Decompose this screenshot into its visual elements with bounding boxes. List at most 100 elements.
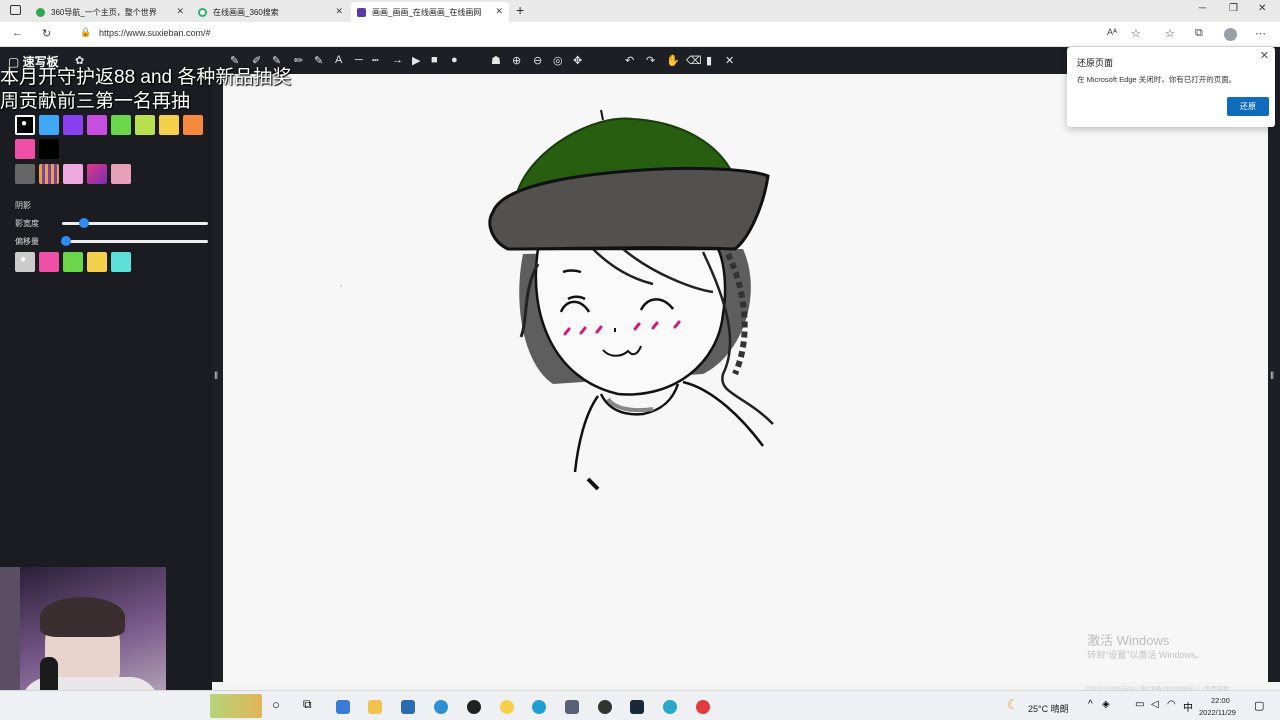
clock-date[interactable]: 2022/11/29 — [1199, 708, 1236, 717]
collapse-left-icon[interactable]: ‖ — [214, 371, 218, 382]
back-icon[interactable]: ← — [12, 27, 23, 39]
redo-icon[interactable]: ↷ — [646, 54, 655, 67]
collections-icon[interactable]: ⧉ — [1195, 27, 1203, 40]
shadow-color-swatch[interactable] — [87, 252, 107, 272]
color-swatch[interactable] — [183, 115, 203, 135]
close-tab-icon[interactable]: ✕ — [176, 6, 184, 17]
task-view-icon[interactable]: ⧉ — [303, 697, 312, 712]
pattern-swatch[interactable] — [111, 164, 131, 184]
mail-icon[interactable] — [401, 700, 415, 714]
close-icon[interactable]: ✕ — [1260, 49, 1269, 62]
netease-icon[interactable] — [696, 700, 710, 714]
restore-button[interactable]: 还原 — [1227, 97, 1269, 116]
arrow-icon[interactable]: → — [392, 54, 403, 66]
app-icon[interactable] — [565, 700, 579, 714]
read-aloud-icon[interactable]: Aᴬ — [1107, 27, 1117, 37]
pattern-swatch[interactable] — [39, 164, 59, 184]
close-tab-icon[interactable]: ✕ — [335, 6, 343, 17]
more-icon[interactable]: ⋯ — [1255, 27, 1266, 40]
tray-chevron-icon[interactable]: ^ — [1088, 699, 1093, 710]
text-icon[interactable]: A — [335, 54, 342, 66]
shadow-width-label: 影宽度 — [15, 219, 39, 228]
clear-icon[interactable]: ✕ — [725, 54, 734, 67]
pattern-swatch[interactable] — [63, 164, 83, 184]
tab-title: 360导航_一个主页，整个世界 — [51, 7, 157, 17]
qq-icon[interactable] — [467, 700, 481, 714]
target-icon[interactable]: ◎ — [553, 54, 563, 67]
pattern-swatch[interactable] — [87, 164, 107, 184]
shadow-color-swatch[interactable]: ● — [15, 252, 35, 272]
line-icon[interactable]: ─ — [355, 54, 363, 66]
volume-tray-icon[interactable]: ◁ — [1151, 699, 1159, 710]
favorite-add-icon[interactable]: ☆ — [1131, 27, 1141, 40]
offset-slider[interactable] — [62, 240, 208, 243]
folder-icon[interactable] — [15, 164, 35, 184]
shadow-label: 阴影 — [15, 201, 31, 210]
color-swatch[interactable] — [63, 115, 83, 135]
music-icon[interactable] — [663, 700, 677, 714]
close-tab-icon[interactable]: ✕ — [495, 6, 503, 17]
notification-icon[interactable]: ▢ — [1254, 699, 1264, 712]
obs-icon[interactable] — [598, 700, 612, 714]
circle-icon[interactable]: ● — [451, 54, 458, 66]
edge-icon[interactable] — [532, 700, 546, 714]
refresh-icon[interactable]: ↻ — [42, 27, 51, 40]
dashed-line-icon[interactable]: ┅ — [372, 54, 379, 67]
offset-label: 偏移量 — [15, 237, 39, 246]
triangle-icon[interactable]: ▶ — [412, 54, 420, 67]
steam-icon[interactable] — [630, 700, 644, 714]
drawing-canvas[interactable] — [223, 74, 1268, 682]
tab-360-nav[interactable]: 360导航_一个主页，整个世界 ✕ — [30, 2, 190, 22]
search-taskbar-thumbnail[interactable] — [210, 694, 262, 718]
color-swatch[interactable] — [135, 115, 155, 135]
color-swatch[interactable] — [15, 139, 35, 159]
ime-indicator[interactable]: 中 — [1183, 699, 1193, 714]
shadow-color-swatch[interactable] — [39, 252, 59, 272]
clock-time[interactable]: 22:00 — [1211, 696, 1230, 705]
activate-windows-subtitle: 转到"设置"以激活 Windows。 — [1087, 650, 1205, 660]
tab-suxieban[interactable]: 画画_画画_在线画画_在线画网 ✕ — [351, 2, 509, 22]
trash-icon[interactable]: ▮ — [706, 54, 712, 67]
store-icon[interactable] — [336, 700, 350, 714]
file-explorer-icon[interactable] — [368, 700, 382, 714]
network-tray-icon[interactable]: ▭ — [1135, 699, 1144, 710]
zoom-in-icon[interactable]: ⊕ — [512, 54, 521, 67]
color-swatch[interactable] — [39, 115, 59, 135]
tab-360-search[interactable]: 在线画画_360搜索 ✕ — [192, 2, 349, 22]
maximize-icon[interactable]: ❐ — [1229, 3, 1238, 14]
favorites-icon[interactable]: ☆ — [1165, 27, 1175, 40]
color-swatch[interactable] — [87, 115, 107, 135]
rectangle-icon[interactable]: ■ — [431, 54, 438, 66]
zoom-out-icon[interactable]: ⊖ — [533, 54, 542, 67]
weather-text[interactable]: 25°C 晴朗 — [1028, 702, 1069, 715]
shadow-color-swatch[interactable] — [111, 252, 131, 272]
avatar[interactable] — [1224, 28, 1237, 41]
window-close-icon[interactable]: ✕ — [1258, 3, 1266, 14]
eraser-icon[interactable]: ⌫ — [686, 54, 702, 67]
url-text[interactable]: https://www.suxieban.com/# — [99, 28, 211, 38]
color-swatch[interactable] — [159, 115, 179, 135]
collapse-right-icon[interactable]: ‖ — [1270, 371, 1274, 382]
360-icon[interactable] — [500, 700, 514, 714]
cortana-icon[interactable]: ○ — [272, 697, 280, 712]
tab-actions-icon[interactable] — [10, 5, 21, 15]
fill-icon[interactable]: ✎ — [314, 54, 323, 67]
minimize-icon[interactable]: ─ — [1199, 3, 1206, 14]
shadow-color-swatch[interactable] — [63, 252, 83, 272]
undo-icon[interactable]: ↶ — [625, 54, 634, 67]
browser-tab-bar: 360导航_一个主页，整个世界 ✕ 在线画画_360搜索 ✕ 画画_画画_在线画… — [0, 0, 1280, 22]
layers-icon[interactable]: ☗ — [491, 54, 501, 67]
security-tray-icon[interactable]: ◈ — [1102, 699, 1110, 710]
pencil-icon[interactable]: ✏ — [294, 54, 303, 67]
color-swatch[interactable]: ● — [15, 115, 35, 135]
lock-icon: 🔒 — [80, 27, 92, 37]
color-swatch[interactable] — [111, 115, 131, 135]
move-icon[interactable]: ✥ — [573, 54, 582, 67]
hand-icon[interactable]: ✋ — [666, 54, 680, 67]
browser-icon[interactable] — [434, 700, 448, 714]
shadow-width-knob[interactable] — [78, 218, 89, 228]
moon-icon: ☾ — [1007, 697, 1019, 712]
wifi-tray-icon[interactable]: ◠ — [1167, 699, 1176, 710]
new-tab-button[interactable]: + — [516, 2, 524, 18]
color-swatch[interactable] — [39, 139, 59, 159]
